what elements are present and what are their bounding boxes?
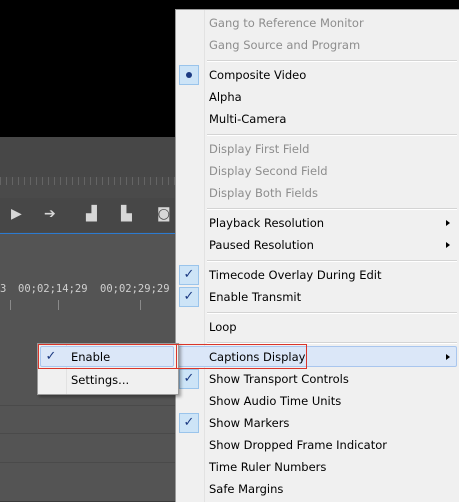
menu-separator bbox=[207, 342, 457, 344]
menu-item-label: Playback Resolution bbox=[209, 216, 325, 230]
menu-item-gang-reference[interactable]: Gang to Reference Monitor bbox=[176, 12, 459, 34]
menu-separator bbox=[207, 312, 457, 314]
extract-icon[interactable]: ▙ bbox=[121, 206, 132, 222]
submenu-arrow-icon bbox=[446, 354, 450, 360]
submenu-item-label: Settings... bbox=[71, 373, 130, 387]
camera-icon[interactable]: ◙ bbox=[157, 206, 171, 222]
checkmark-icon: ✓ bbox=[179, 369, 199, 389]
menu-item-show-audio-time-units[interactable]: Show Audio Time Units bbox=[176, 390, 459, 412]
play-icon[interactable]: ▶︎ bbox=[11, 206, 22, 222]
menu-item-composite-video[interactable]: Composite Video bbox=[176, 64, 459, 86]
menu-item-label: Display Both Fields bbox=[209, 186, 318, 200]
menu-item-label: Display Second Field bbox=[209, 164, 328, 178]
menu-item-label: Show Audio Time Units bbox=[209, 394, 342, 408]
menu-item-safe-margins[interactable]: Safe Margins bbox=[176, 478, 459, 500]
menu-item-show-transport-controls[interactable]: ✓ Show Transport Controls bbox=[176, 368, 459, 390]
submenu-arrow-icon bbox=[446, 242, 450, 248]
menu-item-label: Multi-Camera bbox=[209, 112, 287, 126]
menu-item-display-both-fields[interactable]: Display Both Fields bbox=[176, 182, 459, 204]
submenu-item-settings[interactable]: Settings... bbox=[38, 369, 178, 391]
radio-selected-icon bbox=[179, 65, 199, 85]
menu-item-timecode-overlay[interactable]: ✓ Timecode Overlay During Edit bbox=[176, 264, 459, 286]
menu-item-display-second-field[interactable]: Display Second Field bbox=[176, 160, 459, 182]
menu-separator bbox=[207, 134, 457, 136]
menu-item-multi-camera[interactable]: Multi-Camera bbox=[176, 108, 459, 130]
step-forward-icon[interactable]: ➔ bbox=[44, 206, 56, 222]
menu-item-paused-resolution[interactable]: Paused Resolution bbox=[176, 234, 459, 256]
menu-item-label: Show Markers bbox=[209, 416, 290, 430]
menu-item-label: Paused Resolution bbox=[209, 238, 314, 252]
menu-item-label: Safe Margins bbox=[209, 482, 284, 496]
submenu-arrow-icon bbox=[446, 220, 450, 226]
menu-item-display-first-field[interactable]: Display First Field bbox=[176, 138, 459, 160]
ruler-tick bbox=[140, 300, 141, 310]
menu-item-label: Show Transport Controls bbox=[209, 372, 349, 386]
ruler-tick bbox=[58, 300, 59, 310]
timecode-label: 00;02;29;29 bbox=[100, 283, 170, 295]
menu-item-label: Alpha bbox=[209, 90, 242, 104]
menu-separator bbox=[207, 60, 457, 62]
monitor-context-menu: Gang to Reference Monitor Gang Source an… bbox=[175, 9, 459, 502]
checkmark-icon: ✓ bbox=[179, 287, 199, 307]
checkmark-icon: ✓ bbox=[179, 413, 199, 433]
menu-item-gang-source-program[interactable]: Gang Source and Program bbox=[176, 34, 459, 56]
menu-item-label: Show Dropped Frame Indicator bbox=[209, 438, 387, 452]
menu-item-label: Time Ruler Numbers bbox=[209, 460, 327, 474]
lift-icon[interactable]: ▟ bbox=[86, 206, 97, 222]
menu-item-show-dropped-frame-indicator[interactable]: Show Dropped Frame Indicator bbox=[176, 434, 459, 456]
timecode-label: 00;02;14;29 bbox=[18, 283, 88, 295]
menu-item-label: Display First Field bbox=[209, 142, 310, 156]
checkmark-icon: ✓ bbox=[179, 265, 199, 285]
ruler-tick bbox=[10, 300, 11, 310]
menu-separator bbox=[207, 208, 457, 210]
menu-item-enable-transmit[interactable]: ✓ Enable Transmit bbox=[176, 286, 459, 308]
menu-separator bbox=[207, 260, 457, 262]
menu-item-alpha[interactable]: Alpha bbox=[176, 86, 459, 108]
menu-item-label: Composite Video bbox=[209, 68, 307, 82]
menu-item-loop[interactable]: Loop bbox=[176, 316, 459, 338]
menu-item-playback-resolution[interactable]: Playback Resolution bbox=[176, 212, 459, 234]
timecode-label: 3 bbox=[0, 283, 7, 295]
annotation-box-captions-display bbox=[176, 344, 307, 369]
menu-item-label: Enable Transmit bbox=[209, 290, 302, 304]
annotation-box-enable bbox=[38, 344, 177, 369]
menu-item-label: Loop bbox=[209, 320, 237, 334]
menu-item-show-markers[interactable]: ✓ Show Markers bbox=[176, 412, 459, 434]
menu-item-label: Gang Source and Program bbox=[209, 38, 361, 52]
menu-item-label: Gang to Reference Monitor bbox=[209, 16, 364, 30]
menu-item-time-ruler-numbers[interactable]: Time Ruler Numbers bbox=[176, 456, 459, 478]
menu-item-label: Timecode Overlay During Edit bbox=[209, 268, 382, 282]
